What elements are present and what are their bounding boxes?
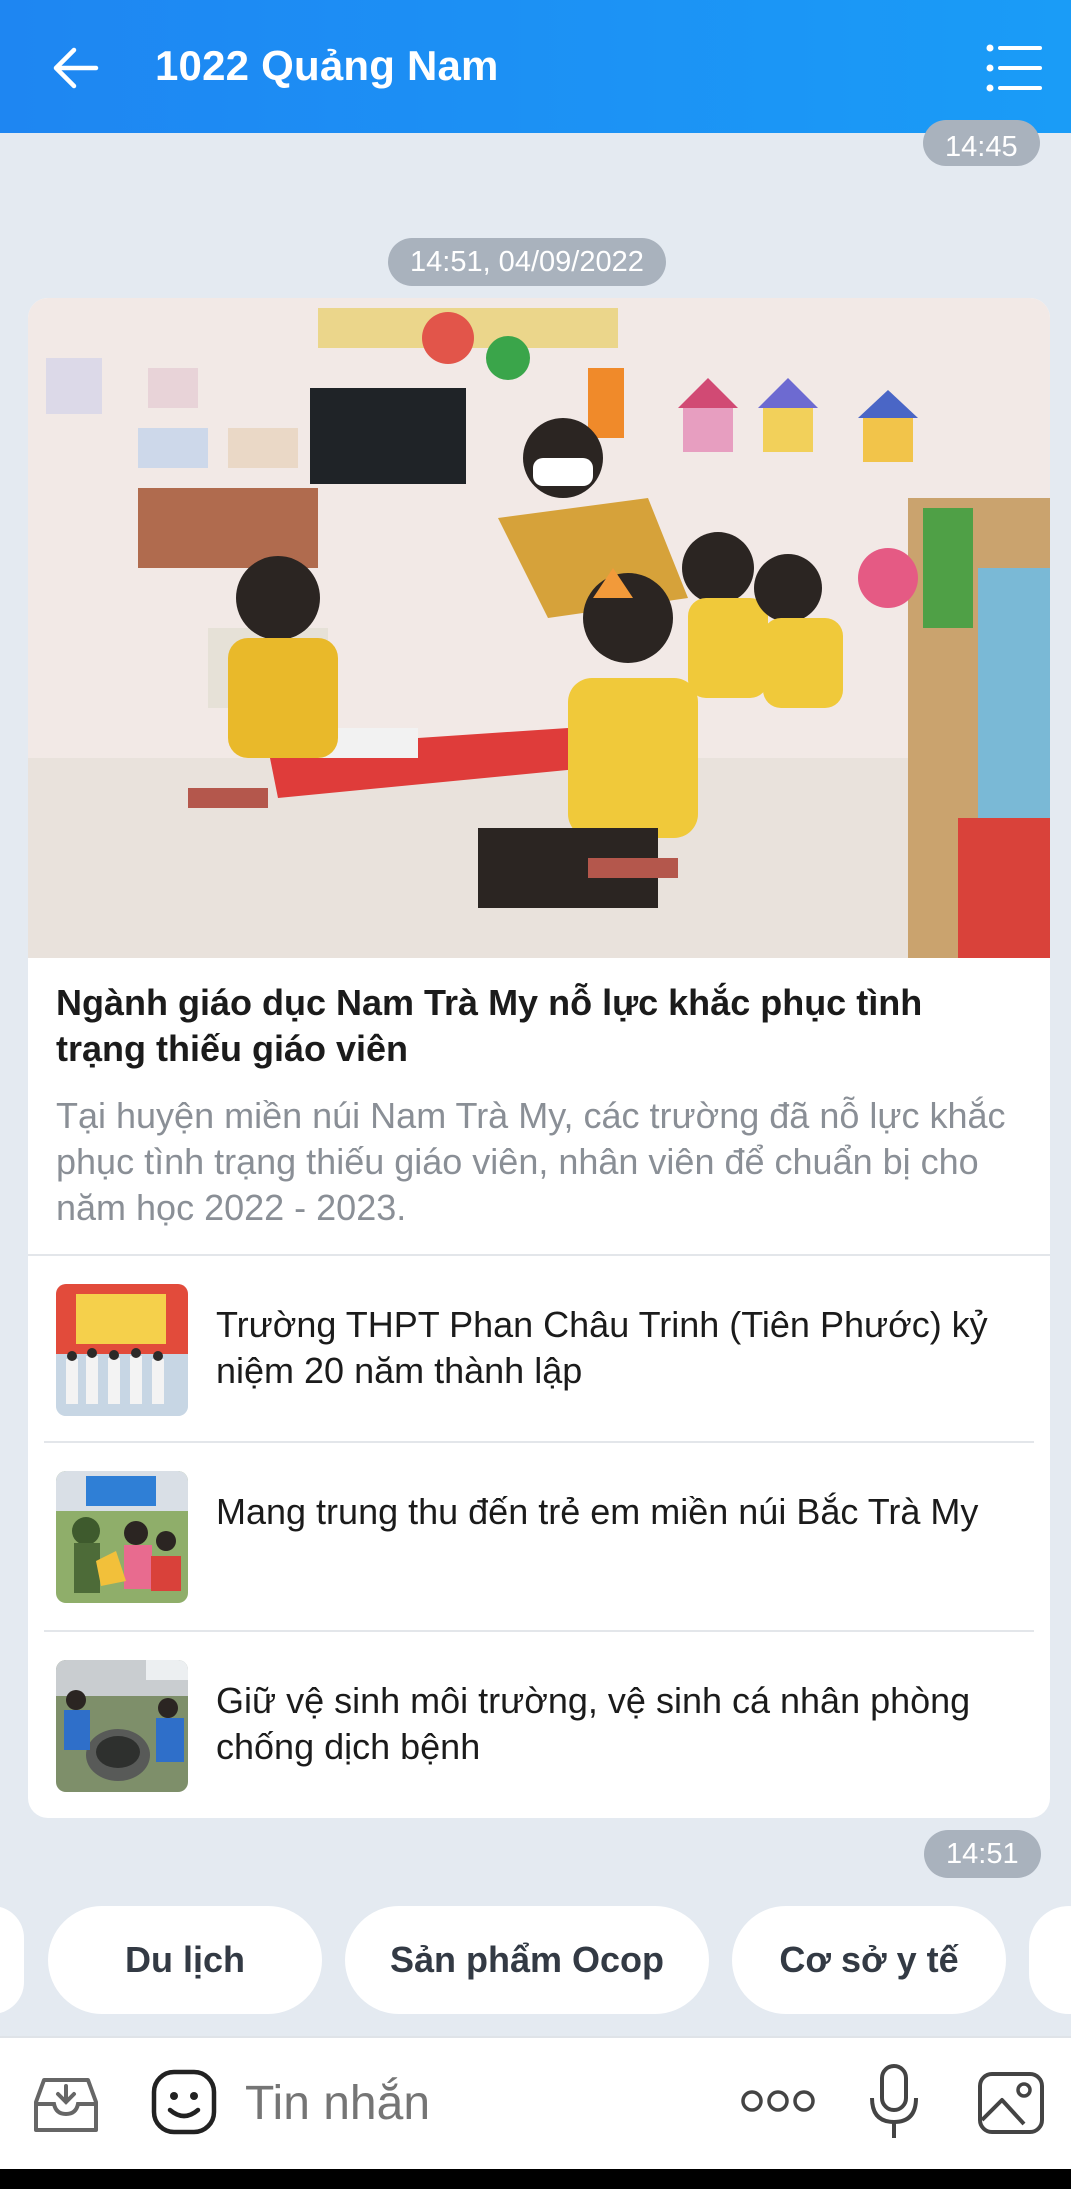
quick-reply-chip-partial[interactable]	[1029, 1906, 1071, 2014]
back-button[interactable]	[46, 38, 106, 98]
main-article-description: Tại huyện miền núi Nam Trà My, các trườn…	[56, 1095, 1006, 1228]
message-time: 14:51	[924, 1830, 1041, 1878]
quick-reply-chip[interactable]: Du lịch	[48, 1906, 322, 2014]
image-icon	[978, 2072, 1044, 2134]
emoji-button[interactable]	[150, 2066, 218, 2143]
quick-reply-chip-partial[interactable]	[0, 1906, 24, 2014]
message-input[interactable]	[243, 2068, 717, 2140]
quick-reply-chip[interactable]: Sản phẩm Ocop	[345, 1906, 709, 2014]
arrow-left-icon	[53, 47, 99, 89]
app-header: 1022 Quảng Nam	[0, 0, 1071, 133]
inbox-icon	[34, 2078, 98, 2132]
voice-button[interactable]	[868, 2062, 920, 2147]
system-nav-bar	[0, 2169, 1071, 2189]
news-item[interactable]: Giữ vệ sinh môi trường, vệ sinh cá nhân …	[28, 1632, 1050, 1817]
news-item[interactable]: Mang trung thu đến trẻ em miền núi Bắc T…	[28, 1443, 1050, 1628]
main-article-image[interactable]	[28, 298, 1050, 958]
more-button[interactable]	[740, 2086, 816, 2121]
quick-reply-chip[interactable]: Cơ sở y tế	[732, 1906, 1006, 2014]
news-item-title: Giữ vệ sinh môi trường, vệ sinh cá nhân …	[216, 1680, 971, 1767]
image-button[interactable]	[976, 2070, 1046, 2141]
microphone-icon	[870, 2064, 918, 2138]
message-input-bar	[0, 2036, 1071, 2171]
previous-message-time: 14:45	[923, 120, 1040, 166]
news-item-title: Mang trung thu đến trẻ em miền núi Bắc T…	[216, 1491, 979, 1532]
main-article-title[interactable]: Ngành giáo dục Nam Trà My nỗ lực khắc ph…	[56, 980, 1016, 1072]
chat-title: 1022 Quảng Nam	[155, 42, 499, 89]
news-card: Ngành giáo dục Nam Trà My nỗ lực khắc ph…	[28, 298, 1050, 1818]
menu-button[interactable]	[984, 40, 1044, 96]
emoji-icon	[151, 2069, 217, 2135]
date-separator: 14:51, 04/09/2022	[388, 238, 666, 286]
news-thumbnail	[56, 1284, 188, 1416]
news-thumbnail	[56, 1471, 188, 1603]
more-icon	[741, 2090, 815, 2112]
news-item[interactable]: Trường THPT Phan Châu Trinh (Tiên Phước)…	[28, 1256, 1050, 1441]
inbox-button[interactable]	[30, 2072, 102, 2141]
list-icon	[986, 44, 1042, 92]
news-item-title: Trường THPT Phan Châu Trinh (Tiên Phước)…	[216, 1304, 988, 1391]
quick-reply-bar: Du lịch Sản phẩm Ocop Cơ sở y tế	[0, 1906, 1071, 2014]
news-thumbnail	[56, 1660, 188, 1792]
